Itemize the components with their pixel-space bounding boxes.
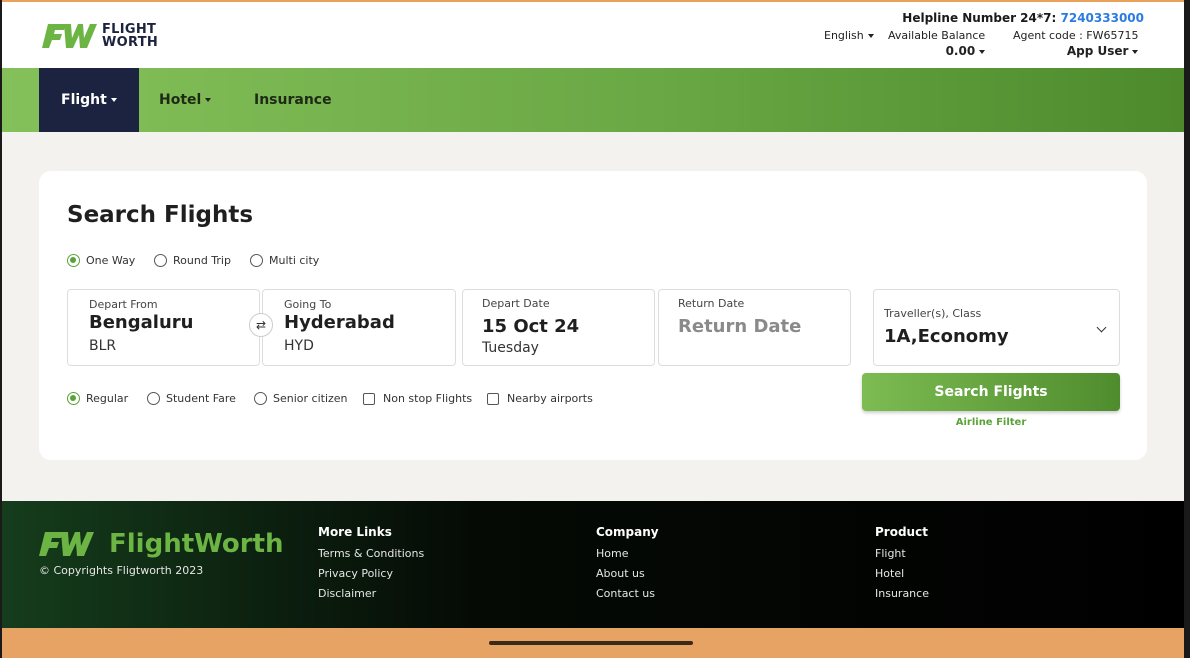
- depart-from-field[interactable]: Depart From Bengaluru BLR: [67, 289, 260, 366]
- radio-icon: [254, 392, 267, 405]
- fare-student-label: Student Fare: [166, 392, 236, 405]
- nav-insurance-label: Insurance: [254, 92, 332, 108]
- chevron-down-icon: [867, 34, 874, 38]
- search-flights-button[interactable]: Search Flights: [862, 373, 1120, 411]
- airline-filter-link[interactable]: Airline Filter: [862, 417, 1120, 428]
- trip-one-way[interactable]: One Way: [67, 254, 135, 267]
- footer-link-insurance[interactable]: Insurance: [875, 587, 929, 600]
- helpline-label: Helpline Number 24*7:: [902, 11, 1057, 25]
- depart-date-day: Tuesday: [482, 340, 539, 356]
- balance-value: 0.00: [945, 44, 976, 58]
- going-to-code: HYD: [284, 338, 314, 354]
- logo-text-worth: WORTH: [102, 35, 159, 50]
- fare-student[interactable]: Student Fare: [147, 392, 236, 405]
- depart-from-city: Bengaluru: [89, 312, 194, 333]
- user-dropdown[interactable]: Agent code : FW65715 App User: [1013, 29, 1139, 58]
- footer-link-flight[interactable]: Flight: [875, 547, 929, 560]
- footer: FlightWorth © Copyrights Fligtworth 2023…: [2, 501, 1184, 628]
- nav-flight[interactable]: Flight: [39, 68, 139, 132]
- search-card: Search Flights One Way Round Trip Multi …: [39, 171, 1147, 460]
- footer-link-home[interactable]: Home: [596, 547, 659, 560]
- nav-insurance[interactable]: Insurance: [232, 68, 354, 132]
- fare-regular[interactable]: Regular: [67, 392, 128, 405]
- footer-brand: FlightWorth: [109, 529, 284, 559]
- radio-icon: [147, 392, 160, 405]
- page-title: Search Flights: [67, 202, 254, 228]
- language-selector[interactable]: English: [824, 29, 874, 42]
- going-to-label: Going To: [284, 298, 332, 311]
- return-date-field[interactable]: Return Date Return Date: [658, 289, 851, 366]
- going-to-city: Hyderabad: [284, 312, 395, 333]
- radio-icon: [154, 254, 167, 267]
- chevron-down-icon: [110, 98, 117, 102]
- fw-logo-icon: [42, 24, 97, 48]
- non-stop-checkbox[interactable]: Non stop Flights: [363, 392, 472, 405]
- nearby-airports-label: Nearby airports: [507, 392, 593, 405]
- trip-round-trip-label: Round Trip: [173, 254, 231, 267]
- nav-flight-label: Flight: [61, 92, 107, 108]
- fw-logo-icon: [39, 532, 94, 556]
- trip-round-trip[interactable]: Round Trip: [154, 254, 231, 267]
- chevron-down-icon: [205, 98, 212, 102]
- footer-link-privacy[interactable]: Privacy Policy: [318, 567, 424, 580]
- agent-code: Agent code : FW65715: [1013, 29, 1139, 42]
- going-to-field[interactable]: Going To Hyderabad HYD: [262, 289, 456, 366]
- trip-multi-city[interactable]: Multi city: [250, 254, 319, 267]
- footer-logo[interactable]: FlightWorth: [39, 529, 284, 559]
- footer-link-terms[interactable]: Terms & Conditions: [318, 547, 424, 560]
- swap-icon[interactable]: ⇄: [249, 313, 273, 337]
- footer-col-more-links: More Links Terms & Conditions Privacy Po…: [318, 525, 424, 607]
- footer-link-contact[interactable]: Contact us: [596, 587, 659, 600]
- traveller-class-value: 1A,Economy: [884, 326, 1009, 347]
- footer-link-disclaimer[interactable]: Disclaimer: [318, 587, 424, 600]
- footer-heading: Product: [875, 525, 928, 539]
- chevron-down-icon: [979, 49, 986, 54]
- return-date-label: Return Date: [678, 297, 745, 310]
- logo-wordmark: FLIGHT WORTH: [102, 23, 158, 49]
- fare-senior[interactable]: Senior citizen: [254, 392, 348, 405]
- chevron-down-icon: [1096, 322, 1107, 333]
- radio-icon: [67, 254, 80, 267]
- top-header: FLIGHT WORTH Helpline Number 24*7: 72403…: [2, 0, 1184, 68]
- traveller-class-label: Traveller(s), Class: [884, 307, 982, 320]
- footer-col-product: Product Flight Hotel Insurance: [875, 525, 929, 607]
- traveller-class-dropdown[interactable]: Traveller(s), Class 1A,Economy: [873, 289, 1120, 366]
- depart-date-value: 15 Oct 24: [482, 316, 580, 337]
- depart-date-field[interactable]: Depart Date 15 Oct 24 Tuesday: [462, 289, 655, 366]
- language-label: English: [824, 29, 864, 42]
- nav-hotel-label: Hotel: [159, 92, 202, 108]
- return-date-placeholder: Return Date: [678, 316, 802, 337]
- brand-logo[interactable]: FLIGHT WORTH: [42, 22, 158, 50]
- footer-heading: More Links: [318, 525, 392, 539]
- app-frame: FLIGHT WORTH Helpline Number 24*7: 72403…: [2, 0, 1184, 658]
- non-stop-label: Non stop Flights: [383, 392, 473, 405]
- footer-link-about[interactable]: About us: [596, 567, 659, 580]
- helpline-number[interactable]: 7240333000: [1061, 11, 1145, 25]
- helpline: Helpline Number 24*7: 7240333000: [902, 11, 1144, 25]
- trip-one-way-label: One Way: [86, 254, 136, 267]
- checkbox-icon: [487, 392, 499, 405]
- nearby-airports-checkbox[interactable]: Nearby airports: [487, 392, 593, 405]
- footer-link-hotel[interactable]: Hotel: [875, 567, 929, 580]
- radio-icon: [250, 254, 263, 267]
- fare-senior-label: Senior citizen: [273, 392, 348, 405]
- balance-label: Available Balance: [888, 29, 986, 42]
- trip-multi-city-label: Multi city: [269, 254, 320, 267]
- footer-col-company: Company Home About us Contact us: [596, 525, 659, 607]
- balance-dropdown[interactable]: Available Balance 0.00: [888, 29, 986, 58]
- home-indicator[interactable]: [489, 641, 693, 645]
- footer-heading: Company: [596, 525, 659, 539]
- main-nav: Flight Hotel Insurance: [2, 68, 1184, 132]
- nav-hotel[interactable]: Hotel: [137, 68, 233, 132]
- chevron-down-icon: [1132, 49, 1139, 54]
- depart-from-code: BLR: [89, 338, 117, 354]
- radio-icon: [67, 392, 80, 405]
- checkbox-icon: [363, 392, 375, 405]
- user-name: App User: [1066, 44, 1129, 58]
- copyright: © Copyrights Fligtworth 2023: [39, 564, 204, 577]
- fare-regular-label: Regular: [86, 392, 129, 405]
- depart-date-label: Depart Date: [482, 297, 550, 310]
- depart-from-label: Depart From: [89, 298, 158, 311]
